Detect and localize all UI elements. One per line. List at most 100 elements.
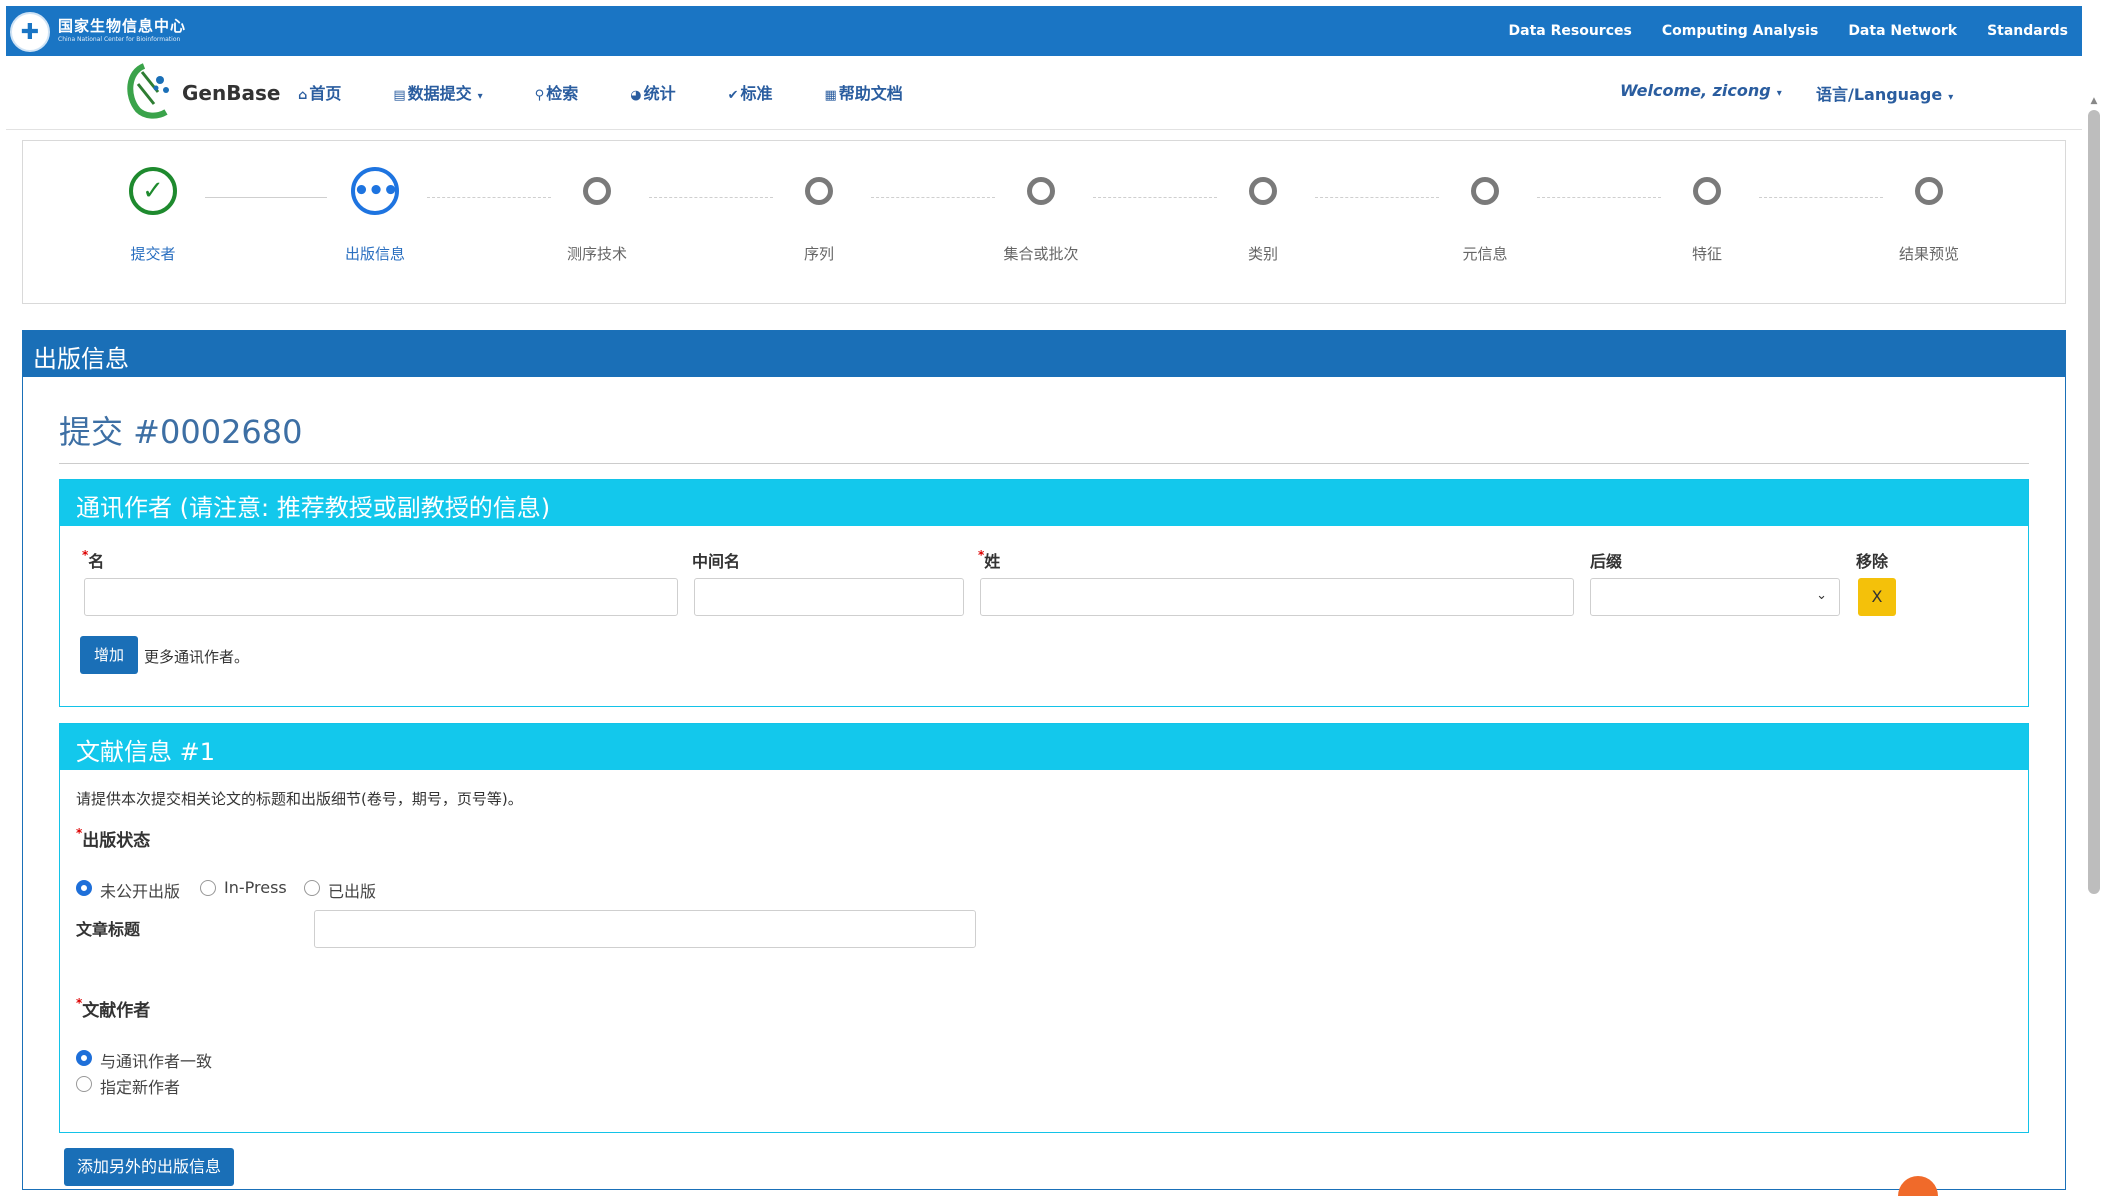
top-bar: ✚ 国家生物信息中心 China National Center for Bio… xyxy=(6,6,2082,56)
caret-down-icon: ▾ xyxy=(477,91,483,102)
add-publication-button[interactable]: 添加另外的出版信息 xyxy=(64,1148,234,1186)
author-option-label: 与通讯作者一致 xyxy=(100,1052,213,1071)
suffix-label: 后缀 xyxy=(1590,552,1623,571)
author-option-label: 指定新作者 xyxy=(100,1078,181,1097)
publication-status-label: *出版状态 xyxy=(76,826,151,851)
nav-item-standards[interactable]: ✔ 标准 xyxy=(728,80,773,104)
submission-id: 提交 #0002680 xyxy=(59,413,303,451)
nav-label: 帮助文档 xyxy=(838,84,903,103)
nav-menu: ⌂ 首页 ▤ 数据提交 ▾ ⚲ 检索 ◕ 统计 ✔ 标准 ▦ 帮助文档 xyxy=(298,80,903,104)
user-menu[interactable]: Welcome, zicong ▾ xyxy=(1620,81,1782,100)
step-category[interactable]: 类别 xyxy=(1203,177,1323,264)
step-connector xyxy=(1759,197,1883,198)
cncb-logo-icon[interactable]: ✚ xyxy=(10,12,50,52)
step-submitter[interactable]: ✓ 提交者 xyxy=(93,167,213,264)
step-sequencing[interactable]: 测序技术 xyxy=(537,177,657,264)
publication-intro: 请提供本次提交相关论文的标题和出版细节(卷号，期号，页号等)。 xyxy=(76,790,523,808)
step-label: 特征 xyxy=(1691,245,1722,263)
card-title: 文献信息 #1 xyxy=(60,724,2028,770)
step-connector xyxy=(871,197,995,198)
scroll-up-icon[interactable]: ▲ xyxy=(2089,96,2099,106)
add-author-button[interactable]: 增加 xyxy=(80,636,138,674)
last-name-input[interactable] xyxy=(980,578,1574,616)
link-standards[interactable]: Standards xyxy=(1987,23,2068,39)
middle-name-input[interactable] xyxy=(694,578,964,616)
pie-chart-icon: ◕ xyxy=(630,88,642,103)
nav-label: 统计 xyxy=(643,84,676,103)
panel-title: 出版信息 xyxy=(23,331,2065,377)
scrollbar[interactable] xyxy=(2088,110,2100,894)
step-connector xyxy=(1093,197,1217,198)
org-name: 国家生物信息中心 xyxy=(58,17,187,35)
step-connector xyxy=(1315,197,1439,198)
check-icon: ✓ xyxy=(129,167,177,215)
caret-down-icon: ▾ xyxy=(1776,88,1782,99)
brand-name[interactable]: GenBase xyxy=(182,81,280,105)
corresponding-author-card: 通讯作者 (请注意: 推荐教授或副教授的信息) *名 中间名 *姓 后缀 移除 … xyxy=(59,479,2029,707)
step-sequence[interactable]: 序列 xyxy=(759,177,879,264)
step-circle-icon xyxy=(1915,177,1943,205)
remove-label: 移除 xyxy=(1856,552,1889,571)
caret-down-icon: ▾ xyxy=(1948,92,1954,103)
step-batch[interactable]: 集合或批次 xyxy=(981,177,1101,264)
nav-item-stats[interactable]: ◕ 统计 xyxy=(630,80,675,104)
document-icon: ▦ xyxy=(824,88,837,103)
remove-author-button[interactable]: X xyxy=(1858,578,1896,616)
welcome-text: Welcome, zicong xyxy=(1620,81,1771,100)
step-label: 集合或批次 xyxy=(1003,245,1079,263)
step-circle-icon xyxy=(583,177,611,205)
step-label: 类别 xyxy=(1247,245,1278,263)
author-radio-same[interactable] xyxy=(76,1050,92,1066)
nav-item-help[interactable]: ▦ 帮助文档 xyxy=(825,80,903,104)
suffix-select[interactable]: ⌄ xyxy=(1590,578,1840,616)
genbase-logo-icon[interactable] xyxy=(122,62,178,120)
step-connector xyxy=(427,197,551,198)
add-author-hint: 更多通讯作者。 xyxy=(144,648,250,666)
status-option-label: 已出版 xyxy=(328,882,377,901)
binoculars-icon: ⚲ xyxy=(534,88,545,103)
org-name-en: China National Center for Bioinformation xyxy=(58,36,181,43)
step-publication[interactable]: ••• 出版信息 xyxy=(315,167,435,264)
last-name-label: *姓 xyxy=(978,548,1001,571)
language-menu[interactable]: 语言/Language ▾ xyxy=(1816,81,1953,105)
publication-authors-label: *文献作者 xyxy=(76,996,151,1021)
status-radio-unpublished[interactable] xyxy=(76,880,92,896)
nav-item-home[interactable]: ⌂ 首页 xyxy=(298,80,341,104)
home-icon: ⌂ xyxy=(298,88,308,103)
step-circle-icon xyxy=(1027,177,1055,205)
article-title-input[interactable] xyxy=(314,910,976,948)
author-radio-new[interactable] xyxy=(76,1076,92,1092)
language-text: 语言/Language xyxy=(1816,85,1943,104)
ellipsis-icon: ••• xyxy=(351,167,399,215)
card-title: 通讯作者 (请注意: 推荐教授或副教授的信息) xyxy=(60,480,2028,526)
divider xyxy=(59,463,2029,464)
publication-card: 文献信息 #1 请提供本次提交相关论文的标题和出版细节(卷号，期号，页号等)。 … xyxy=(59,723,2029,1133)
status-radio-in-press[interactable] xyxy=(200,880,216,896)
step-connector xyxy=(1537,197,1661,198)
step-connector xyxy=(205,197,327,198)
status-radio-published[interactable] xyxy=(304,880,320,896)
step-label: 提交者 xyxy=(130,245,176,263)
publication-panel: 出版信息 提交 #0002680 通讯作者 (请注意: 推荐教授或副教授的信息)… xyxy=(22,330,2066,1190)
first-name-input[interactable] xyxy=(84,578,678,616)
link-computing-analysis[interactable]: Computing Analysis xyxy=(1662,23,1818,39)
file-icon: ▤ xyxy=(393,88,406,103)
step-label: 序列 xyxy=(803,245,834,263)
status-option-label: 未公开出版 xyxy=(100,882,181,901)
step-metadata[interactable]: 元信息 xyxy=(1425,177,1545,264)
step-preview[interactable]: 结果预览 xyxy=(1869,177,1989,264)
step-label: 结果预览 xyxy=(1898,245,1959,263)
step-features[interactable]: 特征 xyxy=(1647,177,1767,264)
nav-item-submit[interactable]: ▤ 数据提交 ▾ xyxy=(393,80,482,104)
step-circle-icon xyxy=(805,177,833,205)
step-connector xyxy=(649,197,773,198)
article-title-label: 文章标题 xyxy=(76,920,141,939)
step-label: 元信息 xyxy=(1462,245,1508,263)
link-data-resources[interactable]: Data Resources xyxy=(1509,23,1632,39)
top-links: Data Resources Computing Analysis Data N… xyxy=(1509,23,2068,39)
progress-stepper: ✓ 提交者 ••• 出版信息 测序技术 序列 集合或批次 类别 元信息 特征 结果预… xyxy=(22,140,2066,304)
nav-item-search[interactable]: ⚲ 检索 xyxy=(535,80,579,104)
check-circle-icon: ✔ xyxy=(727,88,739,103)
step-label: 测序技术 xyxy=(566,245,627,263)
link-data-network[interactable]: Data Network xyxy=(1848,23,1957,39)
